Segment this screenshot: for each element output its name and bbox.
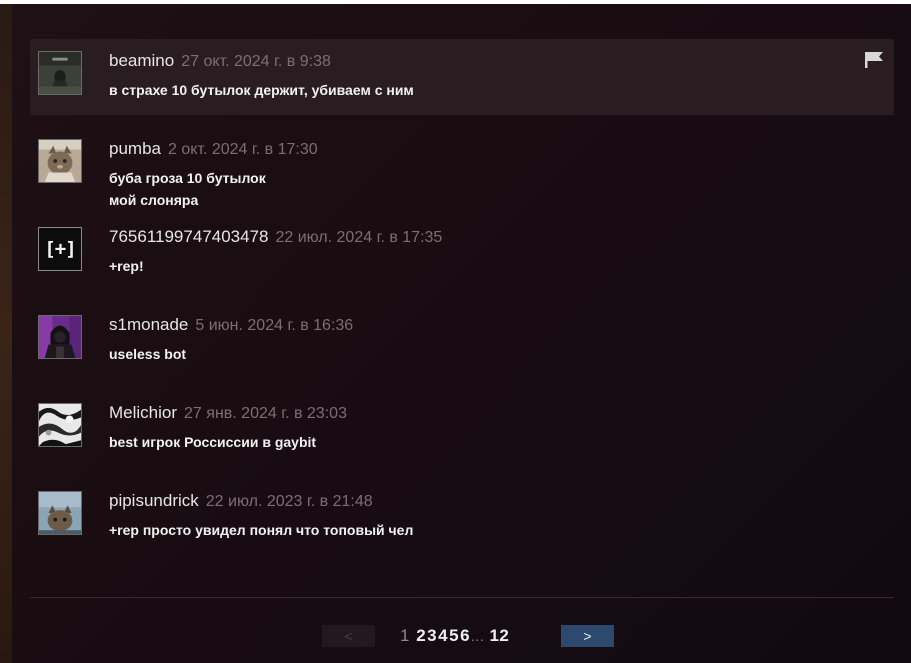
- cat-photo-avatar[interactable]: [38, 491, 82, 535]
- comment-timestamp: 27 янв. 2024 г. в 23:03: [184, 405, 347, 422]
- comment-line: +rep!: [109, 258, 144, 274]
- comment-item: pumba 2 окт. 2024 г. в 17:30 буба гроза 1…: [30, 127, 894, 208]
- comment-line: best игрок Россиссии в gaybit: [109, 434, 317, 450]
- author-name[interactable]: beamino: [109, 51, 174, 70]
- prev-page-button[interactable]: <: [322, 625, 375, 647]
- page-link[interactable]: 6: [460, 626, 470, 645]
- author-name[interactable]: Melichior: [109, 403, 177, 422]
- comment-line: в страхе 10 бутылок держит, убиваем с ни…: [109, 82, 414, 98]
- page-link[interactable]: 4: [438, 626, 448, 645]
- comment-line: useless bot: [109, 346, 187, 362]
- comment-line: мой слоняра: [109, 192, 199, 208]
- comment-text: best игрок Россиссии в gaybit: [109, 431, 316, 453]
- comment-text: в страхе 10 бутылок держит, убиваем с ни…: [109, 79, 414, 101]
- author-name[interactable]: 76561199747403478: [109, 227, 268, 246]
- plus-bracket-avatar[interactable]: [+]: [38, 227, 82, 271]
- author-line: pumba 2 окт. 2024 г. в 17:30: [109, 139, 318, 159]
- page-numbers: 1 23456... 12: [400, 626, 510, 646]
- hooded-figure-avatar[interactable]: [38, 315, 82, 359]
- comment-text: useless bot: [109, 343, 186, 365]
- author-line: s1monade 5 июн. 2024 г. в 16:36: [109, 315, 353, 335]
- comment-timestamp: 22 июл. 2023 г. в 21:48: [205, 493, 373, 510]
- author-name[interactable]: pipisundrick: [109, 491, 199, 510]
- comment-timestamp: 2 окт. 2024 г. в 17:30: [167, 141, 318, 158]
- comment-item: [+] 76561199747403478 22 июл. 2024 г. в 1…: [30, 215, 894, 291]
- author-name[interactable]: s1monade: [109, 315, 188, 334]
- flag-icon[interactable]: [864, 51, 884, 69]
- comment-timestamp: 27 окт. 2024 г. в 9:38: [181, 53, 331, 70]
- author-line: pipisundrick 22 июл. 2023 г. в 21:48: [109, 491, 373, 511]
- comment-item: s1monade 5 июн. 2024 г. в 16:36 useless b…: [30, 303, 894, 379]
- comment-timestamp: 22 июл. 2024 г. в 17:35: [275, 229, 443, 246]
- author-line: Melichior 27 янв. 2024 г. в 23:03: [109, 403, 347, 423]
- page-link[interactable]: 2: [416, 626, 426, 645]
- page-link[interactable]: 3: [427, 626, 437, 645]
- comment-timestamp: 5 июн. 2024 г. в 16:36: [195, 317, 354, 334]
- comment-text: буба гроза 10 бутылок мой слоняра: [109, 167, 266, 211]
- page-link[interactable]: 5: [449, 626, 459, 645]
- comment-line: +rep просто увидел понял что топовый чел: [109, 522, 414, 538]
- comment-text: +rep просто увидел понял что топовый чел: [109, 519, 413, 541]
- next-page-button[interactable]: >: [561, 625, 614, 647]
- panel-edge: [0, 4, 12, 663]
- comment-text: +rep!: [109, 255, 144, 277]
- author-name[interactable]: pumba: [109, 139, 161, 158]
- page-ellipsis: ...: [471, 628, 485, 644]
- avatar-text: [+]: [44, 238, 76, 260]
- comment-line: буба гроза 10 бутылок: [109, 170, 266, 186]
- cat-avatar[interactable]: [38, 139, 82, 183]
- author-line: 76561199747403478 22 июл. 2024 г. в 17:35: [109, 227, 442, 247]
- comments-panel: beamino 27 окт. 2024 г. в 9:38 в страхе 1…: [12, 4, 911, 663]
- page-link-last[interactable]: 12: [489, 626, 509, 645]
- comment-item: beamino 27 окт. 2024 г. в 9:38 в страхе 1…: [30, 39, 894, 115]
- page-current: 1: [400, 626, 410, 645]
- author-line: beamino 27 окт. 2024 г. в 9:38: [109, 51, 331, 71]
- comment-item: Melichior 27 янв. 2024 г. в 23:03 best иг…: [30, 391, 894, 467]
- dark-figure-avatar[interactable]: [38, 51, 82, 95]
- divider: [30, 597, 894, 598]
- comment-item: pipisundrick 22 июл. 2023 г. в 21:48 +rep…: [30, 479, 894, 555]
- abstract-bw-avatar[interactable]: [38, 403, 82, 447]
